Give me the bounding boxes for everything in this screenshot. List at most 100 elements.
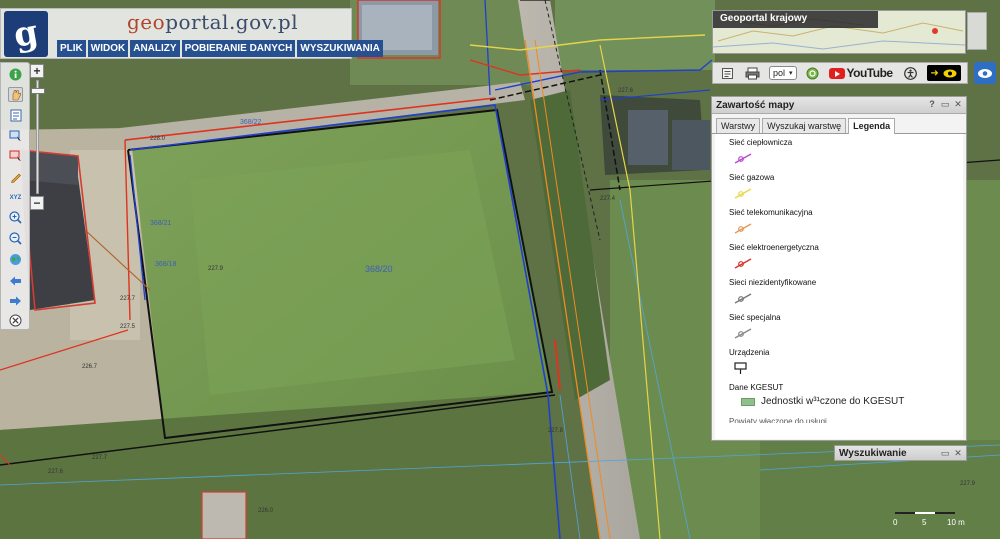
legend-symbol-special-icon [729, 322, 963, 344]
tab-legenda[interactable]: Legenda [848, 118, 896, 134]
legend-item-title: Urządzenia [729, 348, 770, 357]
visibility-button[interactable] [974, 62, 996, 84]
forward-arrow-icon[interactable] [8, 293, 23, 308]
youtube-icon [828, 67, 845, 79]
parcel-label: 368/18 [155, 261, 177, 268]
notes-icon[interactable] [717, 65, 737, 81]
parcel-label: 368/21 [150, 220, 172, 227]
parcel-number-label: 368/20 [365, 264, 393, 274]
zoom-slider[interactable]: + − [30, 62, 46, 214]
elevation-label: 226.7 [82, 364, 98, 370]
close-icon[interactable]: ✕ [953, 448, 963, 459]
site-name[interactable]: geoportal.gov.pl [127, 10, 298, 34]
eye-icon [978, 68, 992, 78]
kgesut-label: Jednostki w³¹czone do KGESUT [761, 396, 905, 407]
overview-map[interactable]: Geoportal krajowy [712, 10, 966, 54]
zoom-in-button[interactable]: + [30, 64, 44, 78]
refresh-icon[interactable] [805, 65, 821, 81]
restore-icon[interactable]: ▭ [940, 448, 950, 459]
menu-pobieranie-danych[interactable]: POBIERANIE DANYCH [181, 40, 296, 57]
back-arrow-icon[interactable] [8, 273, 23, 288]
arrow-right-icon: ➜ [930, 67, 939, 79]
legend-symbol-device-icon [729, 357, 963, 379]
chevron-down-icon: ▾ [789, 70, 793, 77]
legend-symbol-gas-icon [729, 182, 963, 204]
legend-kgesut-title: Dane KGESUT [729, 383, 784, 392]
tab-wyszukaj-warstwe[interactable]: Wyszukaj warstwę [762, 118, 847, 133]
tab-warstwy[interactable]: Warstwy [716, 118, 761, 133]
elevation-label: 227.9 [960, 481, 976, 487]
menu-plik[interactable]: PLIK [57, 40, 86, 57]
main-menu: PLIK WIDOK ANALIZY POBIERANIE DANYCH WYS… [57, 40, 383, 57]
overview-toggle-button[interactable] [967, 12, 987, 50]
legend-item-title: Sieć gazowa [729, 173, 775, 182]
help-button[interactable]: ? [927, 99, 937, 110]
menu-wyszukiwania[interactable]: WYSZUKIWANIA [297, 40, 383, 57]
document-icon[interactable] [8, 108, 23, 123]
app-header: g geoportal.gov.pl PLIK WIDOK ANALIZY PO… [0, 8, 383, 59]
zoom-thumb[interactable] [31, 88, 45, 94]
language-select[interactable]: pol ▾ [769, 66, 797, 80]
scale-label-10: 10 m [947, 518, 965, 527]
search-panel-bar[interactable]: Wyszukiwanie ▭ ✕ [834, 445, 967, 461]
logo-letter: g [10, 12, 42, 56]
legend-symbol-electric-icon [729, 252, 963, 274]
panel-tabs: Warstwy Wyszukaj warstwę Legenda [712, 114, 966, 134]
clear-icon[interactable] [8, 313, 23, 328]
legend-item-title: Sieć specjalna [729, 313, 781, 322]
zoom-out-icon[interactable] [8, 231, 23, 246]
elevation-label: 227.8 [548, 428, 564, 434]
overview-title: Geoportal krajowy [713, 11, 878, 28]
legend-item-title: Sieć elektroenergetyczna [729, 243, 819, 252]
panel-header[interactable]: Zawartość mapy ? ▭ ✕ [712, 97, 966, 114]
zoom-track[interactable] [36, 80, 39, 194]
top-icon-bar: pol ▾ YouTube ➜ [712, 62, 968, 84]
accessibility-person-icon[interactable] [903, 65, 919, 81]
geoportal-logo[interactable]: g [4, 11, 48, 57]
panel-controls: ? ▭ ✕ [927, 99, 963, 110]
site-name-prefix: geo [127, 10, 166, 34]
legend-item-title: Sieć telekomunikacyjna [729, 208, 813, 217]
menu-widok[interactable]: WIDOK [87, 40, 129, 57]
globe-icon[interactable] [8, 252, 23, 267]
language-value: pol [773, 68, 786, 78]
pan-hand-icon[interactable] [8, 87, 23, 102]
youtube-label: YouTube [846, 66, 894, 80]
parcel-label: 368/22 [240, 119, 262, 126]
elevation-label: 227.7 [120, 296, 136, 302]
elevation-label: 227.4 [600, 196, 616, 202]
zoom-out-button[interactable]: − [30, 196, 44, 210]
minimize-icon[interactable]: ▭ [940, 99, 950, 110]
legend-symbol-heating-icon [729, 147, 963, 169]
zoom-in-icon[interactable] [8, 210, 23, 225]
youtube-button[interactable]: YouTube [828, 66, 894, 80]
legend-item-title: Sieci niezidentyfikowane [729, 278, 817, 287]
draw-pencil-icon[interactable] [8, 169, 23, 184]
elevation-label: 227.9 [208, 266, 224, 272]
select-area-icon[interactable] [8, 128, 23, 143]
close-icon[interactable]: ✕ [953, 99, 963, 110]
legend-symbol-unidentified-icon [729, 287, 963, 309]
elevation-label: 227.5 [120, 324, 136, 330]
panel-title: Zawartość mapy [716, 100, 795, 111]
info-icon[interactable] [8, 67, 23, 82]
site-name-main: portal.gov.pl [165, 10, 299, 34]
menu-analizy[interactable]: ANALIZY [130, 40, 180, 57]
map-toolbar: XYZ [0, 62, 30, 330]
elevation-label: 227.6 [618, 88, 634, 94]
map-contents-panel: Zawartość mapy ? ▭ ✕ Warstwy Wyszukaj wa… [711, 96, 967, 441]
measure-area-icon[interactable] [8, 148, 23, 163]
scale-label-5: 5 [922, 518, 927, 527]
high-contrast-button[interactable]: ➜ [926, 65, 961, 81]
elevation-label: 227.6 [48, 469, 64, 475]
legend-item-title: Sieć ciepłownicza [729, 138, 793, 147]
scale-bar: 0 5 10 m [892, 505, 972, 529]
elevation-label: 227.7 [92, 455, 108, 461]
legend-symbol-telecom-icon [729, 217, 963, 239]
elevation-label: 228.0 [150, 136, 166, 142]
coordinates-xyz-icon[interactable]: XYZ [8, 190, 23, 205]
legend-list[interactable]: Sieć ciepłownicza Sieć gazowa Sieć telek… [715, 134, 963, 439]
kgesut-swatch [741, 397, 755, 406]
print-icon[interactable] [741, 65, 763, 81]
elevation-label: 226.0 [258, 508, 274, 514]
